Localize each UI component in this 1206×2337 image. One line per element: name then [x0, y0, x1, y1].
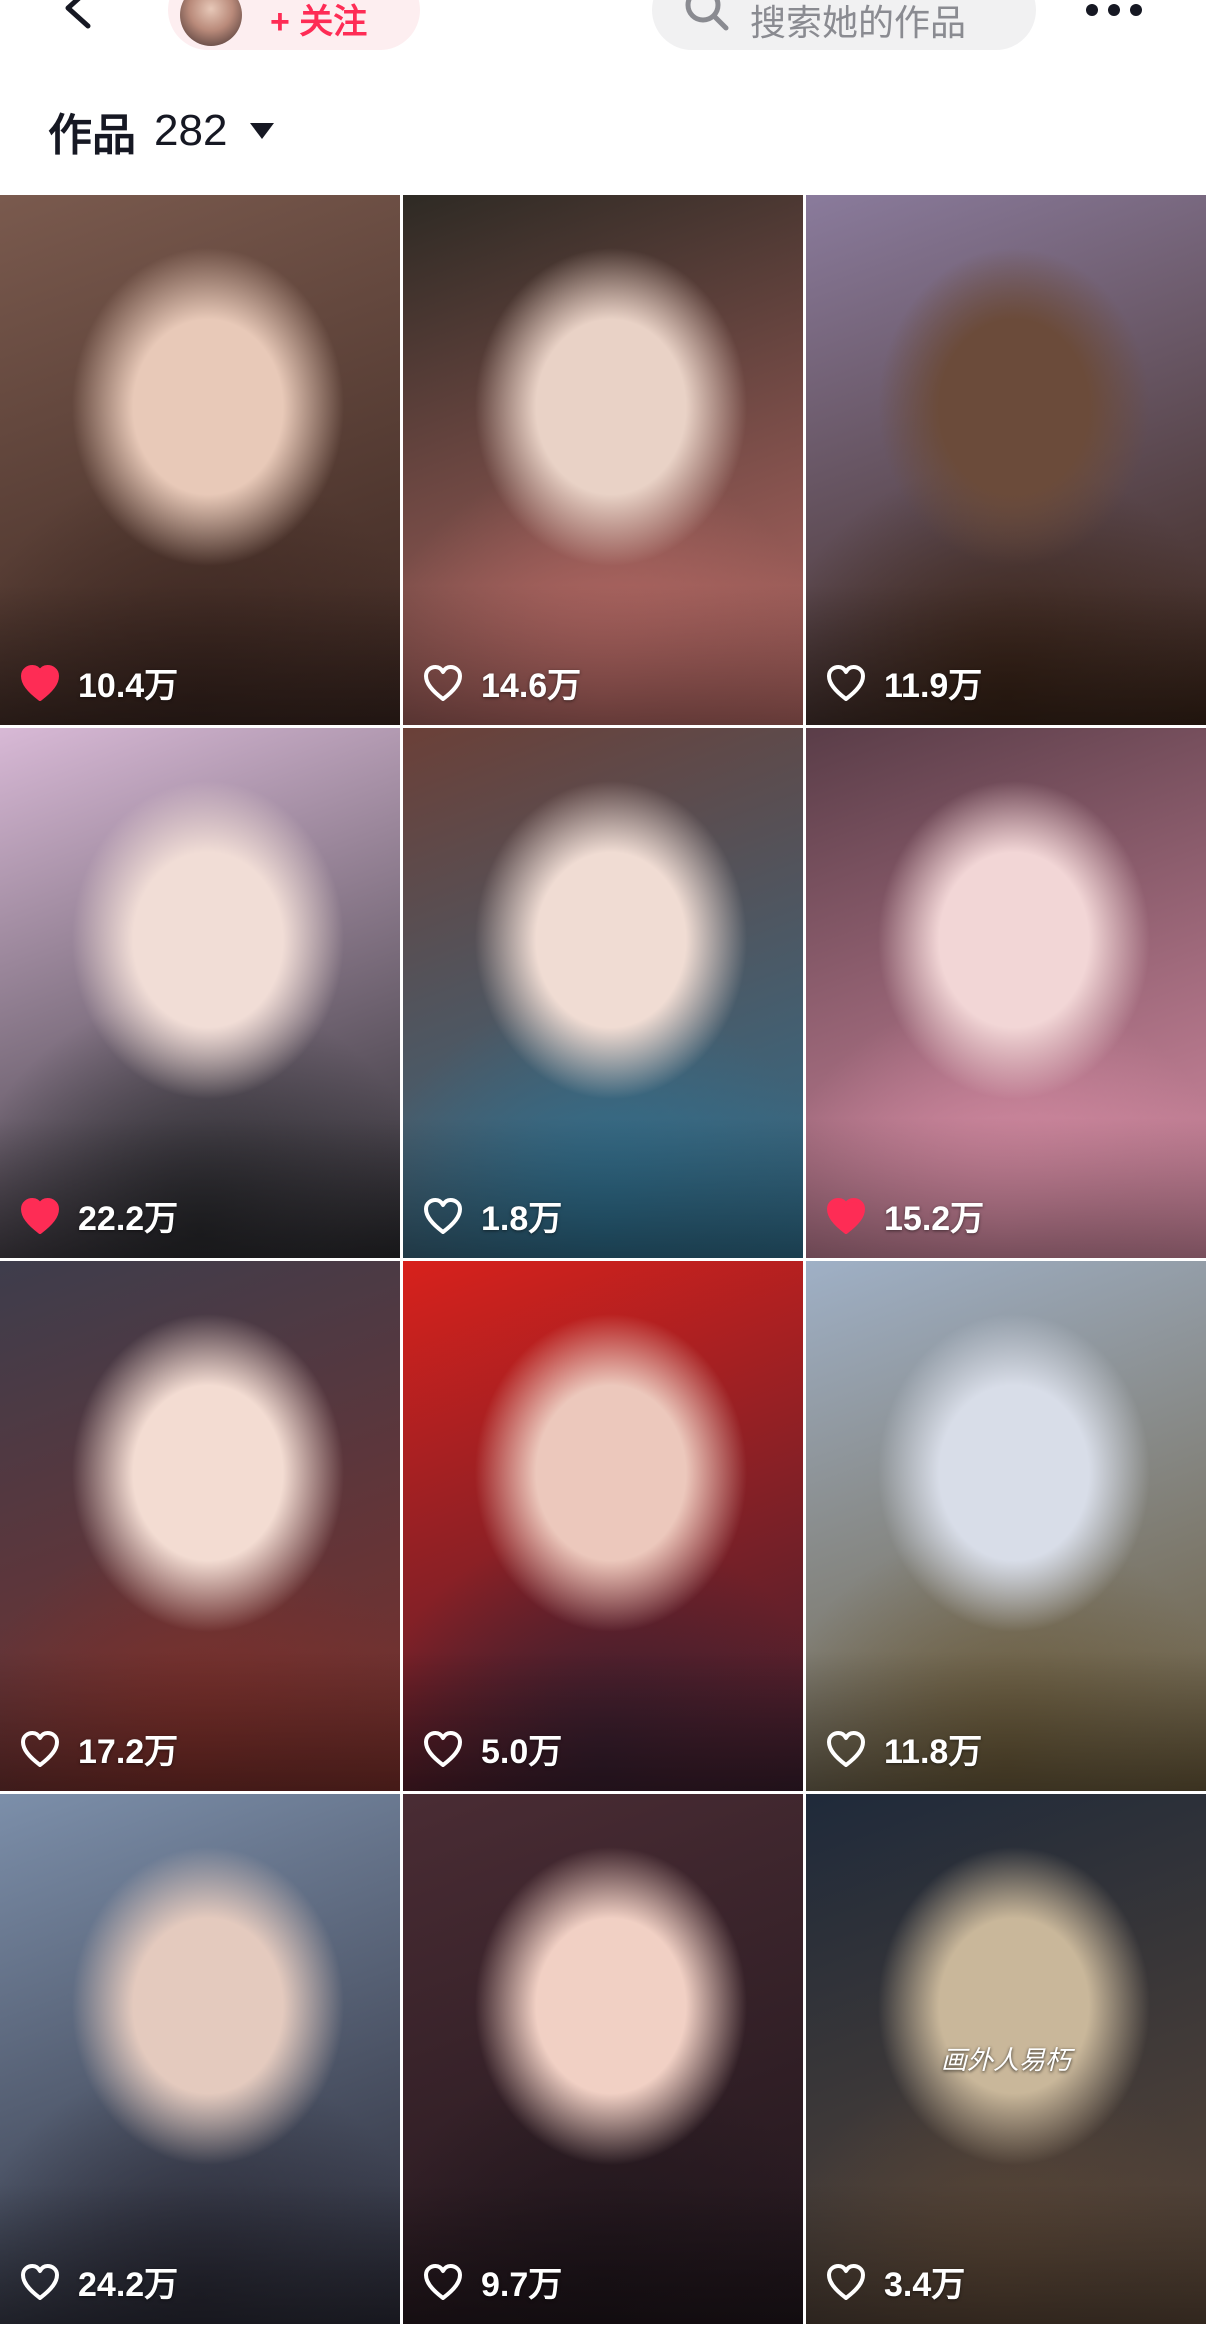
heart-outline-icon — [424, 1197, 462, 1234]
ellipsis-icon — [1086, 4, 1142, 16]
like-count: 9.7万 — [481, 2266, 563, 2304]
like-count-badge: 14.6万 — [423, 658, 581, 707]
video-thumbnail[interactable]: 22.2万 — [0, 728, 400, 1258]
like-count: 10.4万 — [78, 667, 179, 705]
like-count: 17.2万 — [78, 1733, 179, 1771]
top-navigation-bar: + 关注 搜索她的作品 — [0, 0, 1206, 70]
heart-outline-icon — [21, 1730, 59, 1767]
video-thumbnail[interactable]: 17.2万 — [0, 1261, 400, 1791]
heart-filled-icon — [21, 1197, 59, 1234]
heart-outline-icon — [424, 664, 462, 701]
video-thumbnail[interactable]: 1.8万 — [403, 728, 803, 1258]
video-thumbnail[interactable]: 15.2万 — [806, 728, 1206, 1258]
heart-filled-icon — [21, 664, 59, 701]
like-count: 22.2万 — [78, 1200, 179, 1238]
like-count: 15.2万 — [884, 1200, 985, 1238]
like-count: 14.6万 — [481, 667, 582, 705]
like-count-badge: 11.9万 — [826, 658, 982, 707]
like-count-badge: 10.4万 — [20, 658, 178, 707]
search-icon — [685, 0, 729, 31]
video-thumbnail[interactable]: 14.6万 — [403, 195, 803, 725]
heart-outline-icon — [827, 664, 865, 701]
more-button[interactable] — [1080, 0, 1148, 30]
works-label: 作品 — [48, 111, 136, 160]
like-count-badge: 11.8万 — [826, 1724, 982, 1773]
video-thumbnail[interactable]: 11.9万 — [806, 195, 1206, 725]
follow-label: + 关注 — [270, 3, 368, 41]
heart-outline-icon — [21, 2263, 59, 2300]
video-thumbnail[interactable]: 10.4万 — [0, 195, 400, 725]
works-filter[interactable]: 作品 282 — [48, 96, 275, 166]
video-thumbnail[interactable]: 9.7万 — [403, 1794, 803, 2324]
search-placeholder: 搜索她的作品 — [750, 2, 967, 43]
like-count-badge: 15.2万 — [826, 1191, 984, 1240]
works-count: 282 — [154, 106, 228, 155]
like-count: 3.4万 — [884, 2266, 966, 2304]
like-count: 24.2万 — [78, 2266, 179, 2304]
heart-outline-icon — [424, 1730, 462, 1767]
like-count-badge: 22.2万 — [20, 1191, 178, 1240]
heart-filled-icon — [827, 1197, 865, 1234]
caret-down-icon — [250, 123, 275, 139]
video-thumbnail[interactable]: 24.2万 — [0, 1794, 400, 2324]
like-count-badge: 17.2万 — [20, 1724, 178, 1773]
chevron-left-icon — [65, 0, 91, 29]
like-count: 1.8万 — [481, 1200, 563, 1238]
like-count-badge: 5.0万 — [423, 1724, 562, 1773]
video-thumbnail[interactable]: 画外人易朽 3.4万 — [806, 1794, 1206, 2324]
like-count-badge: 24.2万 — [20, 2257, 178, 2306]
heart-outline-icon — [827, 1730, 865, 1767]
like-count-badge: 9.7万 — [423, 2257, 562, 2306]
back-button[interactable] — [48, 0, 108, 38]
video-caption: 画外人易朽 — [940, 2045, 1071, 2075]
heart-outline-icon — [827, 2263, 865, 2300]
avatar — [180, 0, 242, 46]
video-thumbnail[interactable]: 11.8万 — [806, 1261, 1206, 1791]
video-thumbnail[interactable]: 5.0万 — [403, 1261, 803, 1791]
heart-outline-icon — [424, 2263, 462, 2300]
like-count-badge: 3.4万 — [826, 2257, 965, 2306]
follow-button[interactable]: + 关注 — [168, 0, 420, 50]
like-count: 11.9万 — [884, 667, 983, 705]
like-count: 11.8万 — [884, 1733, 983, 1771]
like-count-badge: 1.8万 — [423, 1191, 562, 1240]
like-count: 5.0万 — [481, 1733, 563, 1771]
search-input[interactable]: 搜索她的作品 — [652, 0, 1036, 50]
